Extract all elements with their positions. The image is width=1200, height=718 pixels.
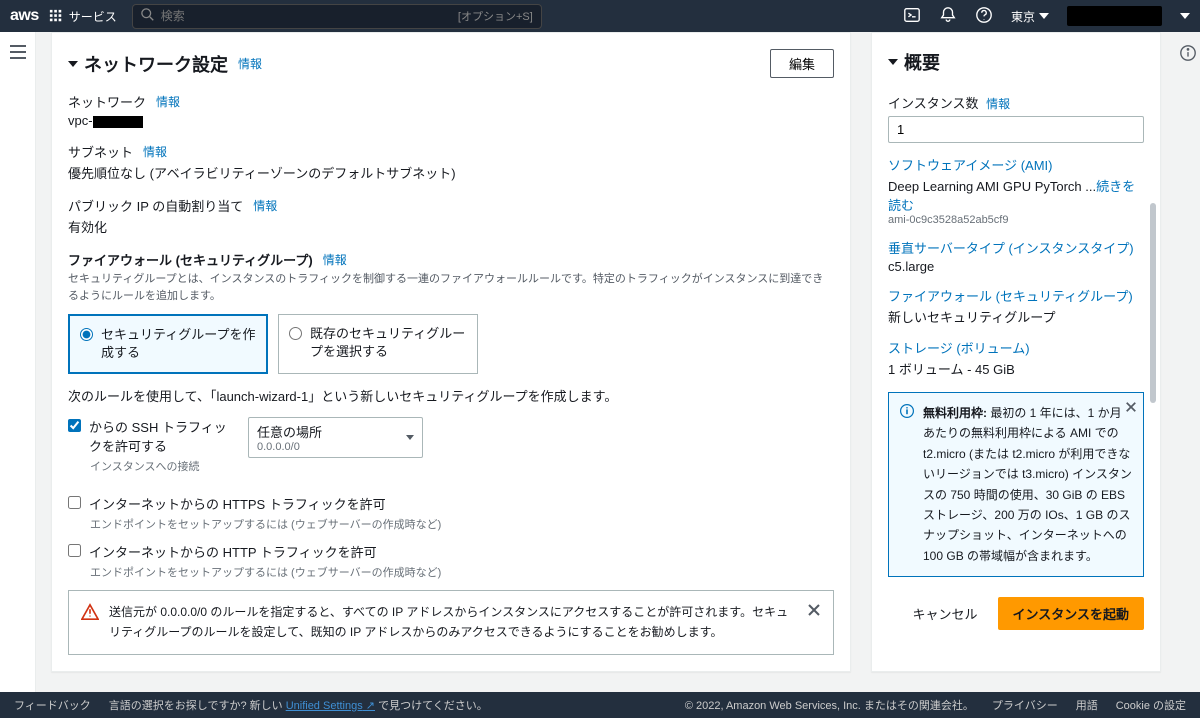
search-shortcut: [オプション+S] xyxy=(458,8,533,24)
sg-creation-text: 次のルールを使用して、「launch-wizard-1」という新しいセキュリティ… xyxy=(68,386,834,405)
summary-title-text: 概要 xyxy=(904,49,940,75)
footer: フィードバック 言語の選択をお探しですか? 新しい Unified Settin… xyxy=(0,692,1200,718)
right-rail xyxy=(1176,32,1200,692)
http-hint: エンドポイントをセットアップするには (ウェブサーバーの作成時など) xyxy=(90,564,834,580)
lang-hint: 言語の選択をお探しですか? 新しい Unified Settings ↗ で見つ… xyxy=(109,697,488,713)
info-link[interactable]: 情報 xyxy=(143,143,167,160)
ssh-checkbox[interactable] xyxy=(68,419,81,432)
summary-panel: 概要 インスタンス数 情報 ソフトウェアイメージ (AMI) Deep Lear… xyxy=(871,32,1161,672)
ssh-cidr-value: 0.0.0.0/0 xyxy=(257,441,322,453)
software-image-link[interactable]: ソフトウェアイメージ (AMI) xyxy=(888,155,1144,174)
network-panel-title[interactable]: ネットワーク設定 情報 xyxy=(68,51,262,77)
help-icon[interactable] xyxy=(975,6,993,27)
info-link[interactable]: 情報 xyxy=(986,97,1010,111)
radio-create-input[interactable] xyxy=(80,328,93,341)
copyright: © 2022, Amazon Web Services, Inc. またはその関… xyxy=(685,697,974,713)
top-nav: aws サービス [オプション+S] 東京 xyxy=(0,0,1200,32)
ami-id: ami-0c9c3528a52ab5cf9 xyxy=(888,214,1144,226)
hamburger-icon[interactable] xyxy=(8,48,28,63)
software-image-value: Deep Learning AMI GPU PyTorch ...続きを読む xyxy=(888,176,1144,214)
network-title-text: ネットワーク設定 xyxy=(84,51,228,77)
public-ip-label: パブリック IP の自動割り当て 情報 xyxy=(68,196,834,215)
select-caret-icon xyxy=(406,435,414,440)
edit-button[interactable]: 編集 xyxy=(770,49,834,78)
left-rail xyxy=(0,32,36,692)
firewall-link[interactable]: ファイアウォール (セキュリティグループ) xyxy=(888,286,1144,305)
https-label: インターネットからの HTTPS トラフィックを許可 xyxy=(89,494,386,513)
instance-type-value: c5.large xyxy=(888,259,1144,274)
warning-icon xyxy=(81,603,99,624)
instance-count-label: インスタンス数 情報 xyxy=(888,93,1144,112)
http-label: インターネットからの HTTP トラフィックを許可 xyxy=(89,542,377,561)
firewall-description: セキュリティグループとは、インスタンスのトラフィックを制御する一連のファイアウォ… xyxy=(68,271,834,304)
storage-value: 1 ボリューム - 45 GiB xyxy=(888,359,1144,378)
free-tier-info: 無料利用枠: 最初の 1 年には、1 か月あたりの無料利用枠による AMI での… xyxy=(888,392,1144,577)
warning-alert: 送信元が 0.0.0.0/0 のルールを指定すると、すべての IP アドレスから… xyxy=(68,590,834,654)
unified-settings-link[interactable]: Unified Settings ↗ xyxy=(286,700,375,712)
search-icon xyxy=(141,8,155,25)
search-box[interactable]: [オプション+S] xyxy=(132,4,542,29)
ssh-source-value: 任意の場所 xyxy=(257,422,322,441)
info-panel-icon[interactable] xyxy=(1179,50,1197,65)
collapse-caret-icon[interactable] xyxy=(68,61,78,67)
firewall-value: 新しいセキュリティグループ xyxy=(888,307,1144,326)
instance-count-input[interactable] xyxy=(888,116,1144,143)
scrollbar[interactable] xyxy=(1150,203,1156,403)
http-checkbox[interactable] xyxy=(68,544,81,557)
instance-type-link[interactable]: 垂直サーバータイプ (インスタンスタイプ) xyxy=(888,238,1144,257)
search-input[interactable] xyxy=(161,9,458,23)
https-hint: エンドポイントをセットアップするには (ウェブサーバーの作成時など) xyxy=(90,516,834,532)
launch-instance-button[interactable]: インスタンスを起動 xyxy=(998,597,1144,630)
cookie-link[interactable]: Cookie の設定 xyxy=(1116,697,1186,713)
public-ip-value: 有効化 xyxy=(68,217,834,236)
region-selector[interactable]: 東京 xyxy=(1011,8,1049,25)
cancel-button[interactable]: キャンセル xyxy=(903,598,988,629)
info-link[interactable]: 情報 xyxy=(253,197,277,214)
free-tier-text: 無料利用枠: 最初の 1 年には、1 か月あたりの無料利用枠による AMI での… xyxy=(923,403,1133,566)
feedback-link[interactable]: フィードバック xyxy=(14,697,91,713)
ssh-label: からの SSH トラフィックを許可する xyxy=(89,417,233,455)
summary-title[interactable]: 概要 xyxy=(888,49,1144,75)
account-caret-icon[interactable] xyxy=(1180,13,1190,19)
cloudshell-icon[interactable] xyxy=(903,6,921,27)
radio-create-label: セキュリティグループを作成する xyxy=(101,326,256,362)
info-link[interactable]: 情報 xyxy=(323,251,347,268)
firewall-label: ファイアウォール (セキュリティグループ) 情報 xyxy=(68,250,834,269)
radio-existing-label: 既存のセキュリティグループを選択する xyxy=(310,325,467,361)
https-checkbox[interactable] xyxy=(68,496,81,509)
info-link[interactable]: 情報 xyxy=(238,55,262,72)
ssh-hint: インスタンスへの接続 xyxy=(90,458,233,474)
aws-logo[interactable]: aws xyxy=(10,7,39,25)
close-icon[interactable] xyxy=(1125,399,1137,419)
account-menu[interactable] xyxy=(1067,6,1162,26)
radio-create-sg[interactable]: セキュリティグループを作成する xyxy=(68,314,268,374)
radio-existing-input[interactable] xyxy=(289,327,302,340)
bell-icon[interactable] xyxy=(939,6,957,27)
network-label: ネットワーク 情報 xyxy=(68,92,834,111)
info-link[interactable]: 情報 xyxy=(156,93,180,110)
alert-text: 送信元が 0.0.0.0/0 のルールを指定すると、すべての IP アドレスから… xyxy=(109,603,797,641)
info-icon xyxy=(899,403,915,425)
subnet-value: 優先順位なし (アベイラビリティーゾーンのデフォルトサブネット) xyxy=(68,163,834,182)
vpc-value: vpc- xyxy=(68,113,834,128)
radio-existing-sg[interactable]: 既存のセキュリティグループを選択する xyxy=(278,314,478,374)
ssh-source-select[interactable]: 任意の場所 0.0.0.0/0 xyxy=(248,417,423,458)
alert-close-icon[interactable] xyxy=(807,603,821,620)
services-link[interactable]: サービス xyxy=(69,8,117,25)
subnet-label: サブネット 情報 xyxy=(68,142,834,161)
terms-link[interactable]: 用語 xyxy=(1076,697,1098,713)
privacy-link[interactable]: プライバシー xyxy=(992,697,1058,713)
network-settings-panel: ネットワーク設定 情報 編集 ネットワーク 情報 vpc- サブネット 情報 優… xyxy=(51,32,851,672)
collapse-caret-icon[interactable] xyxy=(888,59,898,65)
services-grid-icon[interactable] xyxy=(47,7,65,25)
storage-link[interactable]: ストレージ (ボリューム) xyxy=(888,338,1144,357)
